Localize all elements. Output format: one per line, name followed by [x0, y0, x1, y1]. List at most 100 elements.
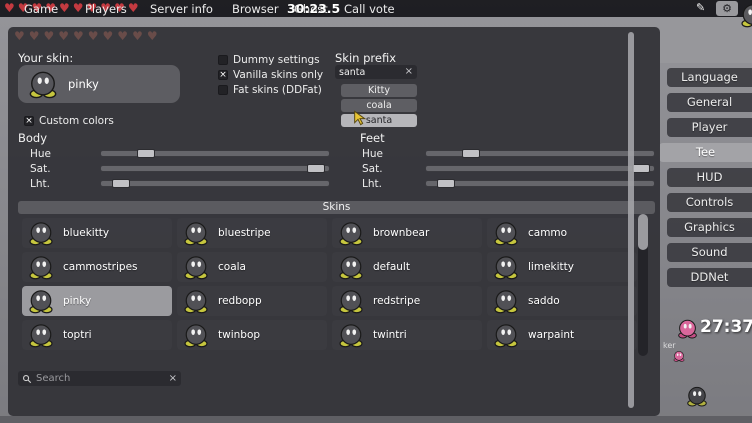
- checkbox-fat-skins[interactable]: Fat skins (DDFat): [218, 84, 322, 96]
- tab-ddnet[interactable]: DDNet: [667, 268, 752, 287]
- skin-item-cammostripes[interactable]: cammostripes: [22, 252, 172, 282]
- skin-name: coala: [218, 261, 246, 273]
- tee-icon: [28, 220, 54, 246]
- tee-settings-panel: ♥♥♥♥♥♥♥♥♥♥ Your skin: pinky Dummy settin…: [8, 27, 660, 416]
- skin-item-default[interactable]: default: [332, 252, 482, 282]
- pencil-icon[interactable]: ✎: [696, 1, 705, 14]
- tab-player[interactable]: Player: [667, 118, 752, 137]
- feet-lht-label: Lht.: [362, 178, 382, 190]
- checkbox-custom-colors[interactable]: × Custom colors: [24, 115, 114, 127]
- race-timer-tee-icon: [677, 318, 698, 339]
- clear-prefix-icon[interactable]: ×: [405, 67, 413, 77]
- skin-name: saddo: [528, 295, 560, 307]
- skin-name: bluekitty: [63, 227, 109, 239]
- race-timer: 27:37: [700, 317, 752, 337]
- skin-item-bluestripe[interactable]: bluestripe: [177, 218, 327, 248]
- skin-search-bar: ×: [18, 371, 181, 386]
- skin-item-twinbop[interactable]: twinbop: [177, 320, 327, 350]
- skin-item-cammo[interactable]: cammo: [487, 218, 637, 248]
- body-hue-slider[interactable]: [100, 150, 330, 157]
- tee-icon: [28, 254, 54, 280]
- checkbox-box[interactable]: ×: [24, 116, 34, 126]
- body-sat-label: Sat.: [30, 163, 51, 175]
- checkbox-vanilla-skins-only[interactable]: × Vanilla skins only: [218, 69, 323, 81]
- checkbox-box[interactable]: ×: [218, 70, 228, 80]
- skin-preview-box: pinky: [18, 65, 180, 103]
- skin-item-twintri[interactable]: twintri: [332, 320, 482, 350]
- tab-sound[interactable]: Sound: [667, 243, 752, 262]
- menu-item-players[interactable]: Players: [85, 2, 127, 16]
- skin-name: cammostripes: [63, 261, 138, 273]
- body-hue-label: Hue: [30, 148, 51, 160]
- tee-icon: [183, 322, 209, 348]
- slider-knob[interactable]: [112, 179, 130, 188]
- slider-knob[interactable]: [137, 149, 155, 158]
- tee-icon: [493, 322, 519, 348]
- skin-item-saddo[interactable]: saddo: [487, 286, 637, 316]
- tab-graphics[interactable]: Graphics: [667, 218, 752, 237]
- body-sat-slider[interactable]: [100, 165, 330, 172]
- skin-item-redstripe[interactable]: redstripe: [332, 286, 482, 316]
- player-nameplate: ker: [663, 341, 676, 350]
- tab-controls[interactable]: Controls: [667, 193, 752, 212]
- slider-knob[interactable]: [462, 149, 480, 158]
- skins-scrollbar-handle[interactable]: [638, 214, 648, 250]
- tab-general[interactable]: General: [667, 93, 752, 112]
- feet-lht-slider[interactable]: [425, 180, 655, 187]
- skin-item-redbopp[interactable]: redbopp: [177, 286, 327, 316]
- skin-prefix-input[interactable]: [339, 67, 405, 78]
- skin-name: warpaint: [528, 329, 574, 341]
- skin-item-brownbear[interactable]: brownbear: [332, 218, 482, 248]
- skin-item-pinky[interactable]: pinky: [22, 286, 172, 316]
- tee-icon: [183, 220, 209, 246]
- main-menu-bar: ♥♥♥♥♥♥♥♥♥♥ Game Players Server info Brow…: [0, 0, 752, 17]
- checkbox-label: Fat skins (DDFat): [233, 84, 322, 96]
- skin-name: bluestripe: [218, 227, 271, 239]
- skin-item-warpaint[interactable]: warpaint: [487, 320, 637, 350]
- menu-item-browser[interactable]: Browser: [232, 2, 279, 16]
- game-map-background: [660, 17, 752, 63]
- checkbox-dummy-settings[interactable]: Dummy settings: [218, 54, 320, 66]
- tab-language[interactable]: Language: [667, 68, 752, 87]
- tee-icon: [338, 322, 364, 348]
- slider-knob[interactable]: [632, 164, 650, 173]
- prefix-option-kitty[interactable]: Kitty: [341, 84, 417, 97]
- checkbox-box[interactable]: [218, 85, 228, 95]
- skins-scrollbar-track[interactable]: [638, 214, 648, 356]
- menu-item-game[interactable]: Game: [24, 2, 58, 16]
- checkbox-label: Vanilla skins only: [233, 69, 323, 81]
- gear-icon[interactable]: ⚙: [716, 1, 738, 16]
- skin-prefix-label: Skin prefix: [335, 51, 396, 65]
- skin-item-coala[interactable]: coala: [177, 252, 327, 282]
- small-pink-tee-icon: [673, 350, 685, 362]
- clear-search-icon[interactable]: ×: [169, 374, 177, 384]
- skin-name: toptri: [63, 329, 92, 341]
- tab-tee[interactable]: Tee: [659, 143, 752, 162]
- checkbox-box[interactable]: [218, 55, 228, 65]
- tee-icon: [493, 220, 519, 246]
- feet-hue-slider[interactable]: [425, 150, 655, 157]
- menu-item-call-vote[interactable]: Call vote: [344, 2, 395, 16]
- skin-item-toptri[interactable]: toptri: [22, 320, 172, 350]
- feet-section-label: Feet: [360, 131, 385, 145]
- skin-item-limekitty[interactable]: limekitty: [487, 252, 637, 282]
- tee-icon: [338, 220, 364, 246]
- armor-hearts-faded: ♥♥♥♥♥♥♥♥♥♥: [14, 29, 162, 43]
- skin-name: pinky: [63, 295, 91, 307]
- tab-hud[interactable]: HUD: [667, 168, 752, 187]
- body-lht-slider[interactable]: [100, 180, 330, 187]
- body-lht-label: Lht.: [30, 178, 50, 190]
- skin-item-bluekitty[interactable]: bluekitty: [22, 218, 172, 248]
- skin-name: twinbop: [218, 329, 260, 341]
- tee-icon: [28, 322, 54, 348]
- skin-name: brownbear: [373, 227, 429, 239]
- slider-knob[interactable]: [437, 179, 455, 188]
- checkbox-label: Custom colors: [39, 115, 114, 127]
- search-input[interactable]: [36, 373, 165, 384]
- slider-knob[interactable]: [307, 164, 325, 173]
- current-skin-name: pinky: [68, 77, 99, 91]
- tee-icon: [338, 288, 364, 314]
- feet-sat-slider[interactable]: [425, 165, 655, 172]
- menu-item-server-info[interactable]: Server info: [150, 2, 213, 16]
- page-scrollbar[interactable]: [628, 32, 634, 408]
